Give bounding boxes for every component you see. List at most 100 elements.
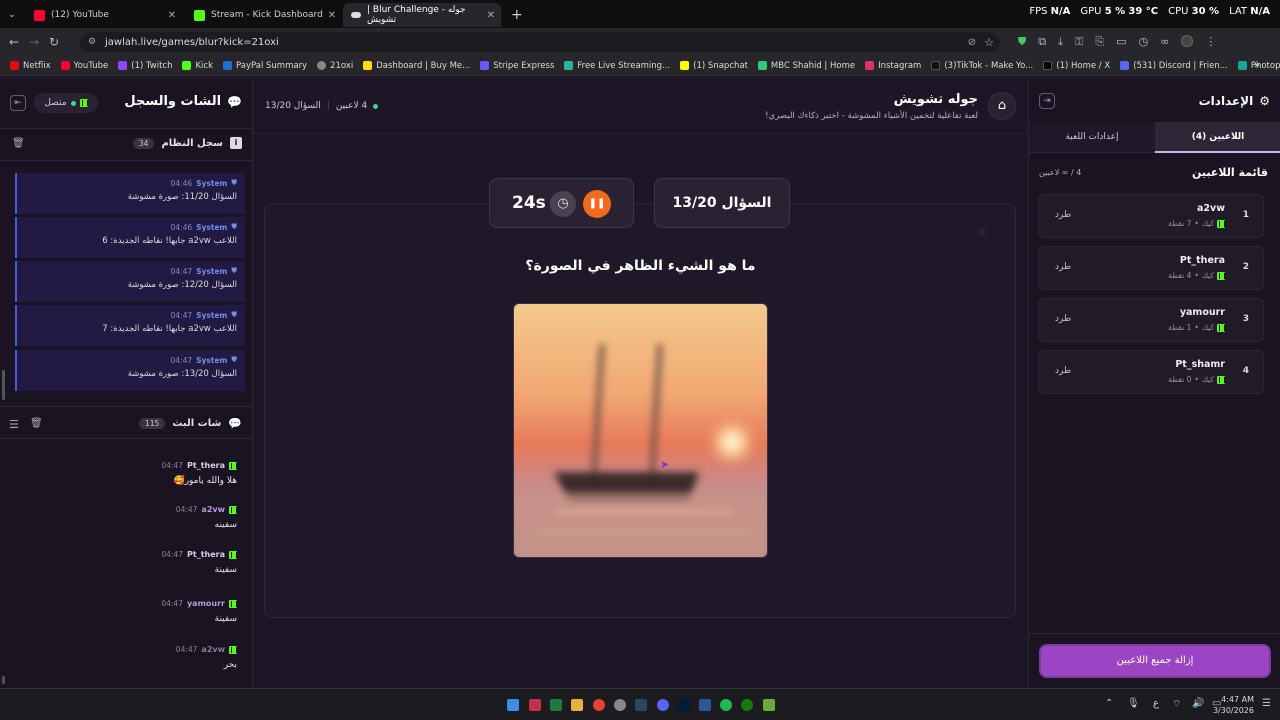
youtube-icon (34, 9, 45, 21)
pause-button[interactable]: ❚❚ (583, 190, 611, 218)
language-indicator[interactable]: ع (1153, 698, 1159, 709)
bookmark-label: Netflix (23, 60, 51, 71)
xbox-icon[interactable] (741, 699, 753, 711)
online-dot-icon (70, 100, 76, 106)
kick-player-button[interactable]: طرد (1055, 262, 1071, 272)
bookmark[interactable]: Kick (182, 61, 213, 71)
scrollbar[interactable] (2, 676, 5, 684)
key-icon[interactable]: ⚿ (1075, 35, 1083, 49)
app-icon[interactable] (699, 699, 711, 711)
bookmark[interactable]: MBC Shahid | Home (757, 61, 855, 71)
player-name: Pt_shamr (1175, 359, 1225, 370)
windows-start-icon[interactable] (507, 699, 519, 711)
minecraft-icon[interactable] (763, 699, 775, 711)
chat-meta: Pt_thera 04:47 (17, 550, 237, 559)
log-author: System (196, 355, 228, 365)
bookmark[interactable]: Free Live Streaming... (564, 61, 670, 71)
bookmark[interactable]: (1) Home / X (1043, 61, 1110, 71)
browser-toolbar: ← → ↻ ⚙ jawlah.live/games/blur?kick=21ox… (0, 28, 1280, 56)
close-icon[interactable]: ✕ (487, 10, 495, 21)
trash-icon[interactable]: 🗑 (30, 418, 43, 429)
eye-off-icon[interactable]: ⊘ (968, 37, 976, 48)
link-icon[interactable]: ∞ (1160, 35, 1169, 49)
chat-username[interactable]: yamourr (187, 599, 225, 608)
notification-icon[interactable]: ☰ (1262, 698, 1271, 709)
bookmark[interactable]: YouTube (60, 61, 108, 71)
reload-icon[interactable]: ↻ (44, 35, 64, 49)
bookmark[interactable]: PayPal Summary (223, 61, 307, 71)
chrome-icon[interactable] (593, 699, 605, 711)
forward-icon[interactable]: → (24, 35, 44, 49)
chat-username[interactable]: Pt_thera (187, 550, 225, 559)
clock[interactable]: 4:47 AM 3/30/2026 (1212, 694, 1254, 716)
app-icon[interactable] (614, 699, 626, 711)
chat-username[interactable]: Pt_thera (187, 461, 225, 470)
close-icon[interactable]: ✕ (168, 10, 176, 21)
volume-icon[interactable]: 🔊 (1192, 698, 1204, 709)
tab-players[interactable]: اللاعبين (4) (1155, 122, 1280, 153)
shield-extension-icon[interactable]: ⛊ (1018, 35, 1026, 49)
bookmark-label: 21oxi (330, 60, 354, 71)
spotify-icon[interactable] (720, 699, 732, 711)
tab-kick-dashboard[interactable]: Stream - Kick Dashboard ✕ (186, 3, 342, 27)
extensions-icon[interactable]: ⧉ (1038, 35, 1046, 49)
bookmark[interactable]: (3)TikTok - Make Yo... (931, 61, 1033, 71)
tab-game-settings[interactable]: إعدادات اللعبة (1029, 122, 1155, 153)
collapse-panel-icon[interactable]: ⇤ (10, 95, 26, 111)
tab-blur-challenge[interactable]: | Blur Challenge - جوله تشويش ✕ (343, 3, 501, 27)
excel-icon[interactable] (550, 699, 562, 711)
bookmark[interactable]: Stripe Express (480, 61, 554, 71)
bookmark[interactable]: (1) Twitch (118, 61, 172, 71)
kick-player-button[interactable]: طرد (1055, 314, 1071, 324)
back-icon[interactable]: ← (4, 35, 24, 49)
status-text: متصل (44, 98, 67, 108)
bookmark[interactable]: (1) Snapchat (680, 61, 748, 71)
bookmark[interactable]: Dashboard | Buy Me... (363, 61, 470, 71)
photoshop-icon[interactable] (678, 699, 690, 711)
list-icon[interactable]: ☰ (9, 418, 19, 431)
game-status: 4 لاعبين | السؤال 13/20 (265, 101, 379, 111)
close-icon[interactable]: ✕ (328, 10, 336, 21)
download-icon[interactable]: ⤓ (1058, 35, 1063, 49)
kick-player-button[interactable]: طرد (1055, 210, 1071, 220)
kick-icon (229, 505, 237, 514)
tab-list-button[interactable]: ⌄ (0, 3, 26, 27)
folder-icon[interactable] (571, 699, 583, 711)
collapse-panel-icon[interactable]: ⇥ (1039, 93, 1055, 109)
bookmark[interactable]: Instagram (865, 61, 921, 71)
site-info-icon[interactable]: ⚙ (88, 37, 96, 47)
steam-icon[interactable] (635, 699, 647, 711)
chat-username[interactable]: a2vw (201, 645, 225, 654)
new-tab-button[interactable]: + (503, 3, 523, 27)
menu-icon[interactable]: ⋮ (1205, 35, 1216, 49)
star-icon[interactable]: ☆ (984, 36, 994, 49)
bookmarks-overflow-button[interactable]: » (1254, 60, 1260, 71)
kick-player-button[interactable]: طرد (1055, 366, 1071, 376)
tab-youtube[interactable]: (12) YouTube ✕ (26, 3, 182, 27)
wifi-icon[interactable]: ⌔ (1172, 698, 1181, 711)
bookmark[interactable]: Netflix (10, 61, 51, 71)
log-meta: ⛊ System 04:46 (25, 178, 238, 188)
translate-icon[interactable]: ⎘ (1095, 35, 1104, 49)
home-icon[interactable]: ⌂ (988, 92, 1016, 120)
paypal-icon (223, 61, 233, 70)
microphone-icon[interactable]: 🎙 (1127, 698, 1140, 709)
shield-icon: ⛊ (231, 355, 237, 364)
player-rank: 2 (1242, 262, 1249, 272)
remove-all-players-button[interactable]: إزالة جميع اللاعبين (1041, 646, 1269, 676)
bookmark[interactable]: (531) Discord | Frien... (1120, 61, 1228, 71)
trash-icon[interactable]: 🗑 (12, 138, 25, 149)
chat-meta: a2vw 04:47 (17, 505, 237, 514)
card-icon[interactable]: ▭ (1116, 35, 1126, 49)
bookmark[interactable]: 21oxi (317, 61, 353, 71)
avatar[interactable] (1181, 35, 1194, 47)
chat-username[interactable]: a2vw (201, 505, 225, 514)
player-platform: كيك (1201, 271, 1214, 280)
discord-icon[interactable] (657, 699, 669, 711)
chevron-up-icon[interactable]: ⌃ (1105, 698, 1113, 709)
scrollbar[interactable] (2, 370, 5, 400)
address-bar[interactable]: ⚙ jawlah.live/games/blur?kick=21oxi ⊘ ☆ (80, 32, 1000, 52)
player-platform: كيك (1201, 219, 1214, 228)
app-icon[interactable] (529, 699, 541, 711)
history-icon[interactable]: ◷ (1139, 35, 1149, 49)
